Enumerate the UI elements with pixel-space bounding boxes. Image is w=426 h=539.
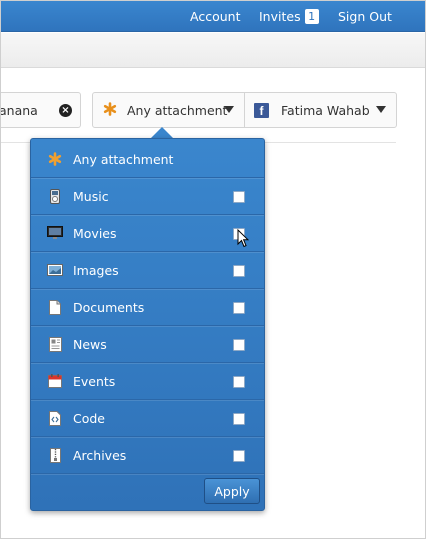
code-icon [47,410,63,426]
menu-item-images[interactable]: Images [31,252,264,289]
chevron-down-icon [376,106,386,113]
menu-item-label: News [73,336,107,352]
menu-item-events[interactable]: Events [31,363,264,400]
menu-item-label: Archives [73,447,127,463]
menu-item-news[interactable]: News [31,326,264,363]
calendar-icon [47,373,63,389]
menu-item-label: Documents [73,299,145,315]
asterisk-icon [47,151,63,167]
attachment-filter-dropdown[interactable]: Any attachment [92,92,245,128]
attachment-dropdown-menu: Any attachment Music Movies Images Docum… [30,138,265,511]
chevron-down-icon [224,106,234,113]
documents-checkbox[interactable] [233,302,245,314]
menu-item-label: Music [73,188,109,204]
asterisk-icon [103,101,117,119]
search-filter-text: anana [0,102,38,118]
menu-item-any-attachment[interactable]: Any attachment [31,141,264,178]
clear-icon[interactable]: × [59,104,72,117]
menu-item-label: Code [73,410,106,426]
account-link[interactable]: Account [190,1,240,32]
document-icon [47,299,63,315]
music-checkbox[interactable] [233,191,245,203]
menu-item-label: Movies [73,225,117,241]
top-navigation-bar: Account Invites 1 Sign Out [1,1,425,32]
menu-item-code[interactable]: Code [31,400,264,437]
code-checkbox[interactable] [233,413,245,425]
archives-checkbox[interactable] [233,450,245,462]
header-strip [1,33,425,68]
menu-item-archives[interactable]: Archives [31,437,264,474]
person-filter-label: Fatima Wahab [281,102,370,118]
apply-button[interactable]: Apply [204,478,260,504]
image-icon [47,262,63,278]
menu-item-label: Images [73,262,119,278]
app-window: Account Invites 1 Sign Out anana × Any a… [0,0,426,539]
menu-item-label: Events [73,373,116,389]
search-filter-chip[interactable]: anana × [0,92,81,128]
images-checkbox[interactable] [233,265,245,277]
mouse-cursor-icon [237,228,250,251]
ipod-icon [47,188,63,204]
invites-link[interactable]: Invites 1 [259,1,319,32]
sign-out-link[interactable]: Sign Out [338,1,392,32]
menu-item-movies[interactable]: Movies [31,215,264,252]
invites-label: Invites [259,9,301,24]
facebook-icon: f [254,102,269,118]
news-checkbox[interactable] [233,339,245,351]
invites-count-badge: 1 [304,9,319,24]
attachment-filter-label: Any attachment [127,102,228,118]
monitor-icon [47,225,63,241]
archive-icon [47,447,63,463]
news-icon [47,336,63,352]
menu-item-music[interactable]: Music [31,178,264,215]
menu-item-documents[interactable]: Documents [31,289,264,326]
person-filter-dropdown[interactable]: f Fatima Wahab [244,92,397,128]
dropdown-pointer [151,127,173,138]
events-checkbox[interactable] [233,376,245,388]
menu-item-label: Any attachment [73,151,174,167]
